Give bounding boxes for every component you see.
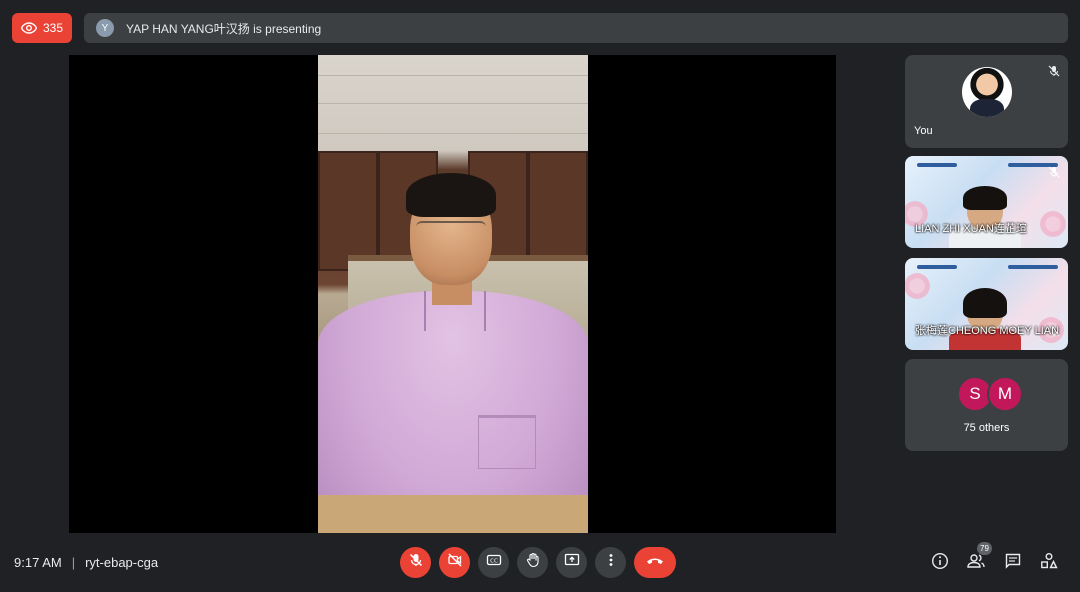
mic-off-icon <box>1048 64 1060 82</box>
eye-icon <box>20 22 37 34</box>
people-count-badge: 79 <box>977 542 992 555</box>
presenter-video <box>318 55 588 533</box>
info-icon <box>931 552 949 575</box>
participant-name: 张梅莲CHEONG MOEY LIAN <box>915 325 1060 337</box>
camera-toggle-button[interactable] <box>439 547 470 578</box>
mic-toggle-button[interactable] <box>400 547 431 578</box>
viewer-count-badge[interactable]: 335 <box>12 13 72 43</box>
others-count: 75 others <box>963 422 1010 434</box>
hang-up-icon <box>645 554 665 572</box>
meeting-info: 9:17 AM | ryt-ebap-cga <box>14 555 158 570</box>
activities-icon <box>1040 552 1058 575</box>
participant-tile-lian[interactable]: LIAN ZHI XUAN连芷瑄 <box>905 156 1068 248</box>
avatar <box>962 67 1012 117</box>
participant-tile-cheong[interactable]: 张梅莲CHEONG MOEY LIAN <box>905 258 1068 350</box>
meeting-details-button[interactable] <box>930 552 950 575</box>
present-screen-icon <box>564 552 580 573</box>
svg-text:CC: CC <box>490 558 498 564</box>
main-stage <box>69 55 836 533</box>
viewer-count: 335 <box>42 21 64 35</box>
captions-button[interactable]: CC <box>478 547 509 578</box>
mic-off-icon <box>408 552 424 573</box>
presenting-text: YAP HAN YANG叶汉扬 is presenting <box>126 21 322 36</box>
presenting-banner: Y YAP HAN YANG叶汉扬 is presenting <box>84 13 1068 43</box>
chat-icon <box>1004 552 1022 575</box>
camera-off-icon <box>447 552 463 573</box>
raise-hand-icon <box>525 552 541 573</box>
presenter-avatar: Y <box>96 19 114 37</box>
participant-tile-you[interactable]: You <box>905 55 1068 148</box>
participant-name: You <box>914 125 933 137</box>
more-options-icon <box>603 552 619 573</box>
chat-button[interactable] <box>1003 553 1023 573</box>
activities-button[interactable] <box>1039 552 1059 575</box>
meeting-code: ryt-ebap-cga <box>85 555 159 570</box>
present-screen-button[interactable] <box>556 547 587 578</box>
clock-time: 9:17 AM <box>14 555 62 570</box>
separator: | <box>71 555 76 570</box>
closed-captions-icon: CC <box>486 552 502 573</box>
others-tile[interactable]: S M 75 others <box>905 359 1068 451</box>
more-options-button[interactable] <box>595 547 626 578</box>
hang-up-button[interactable] <box>634 547 676 578</box>
participant-name: LIAN ZHI XUAN连芷瑄 <box>915 223 1027 235</box>
mic-off-icon <box>1048 165 1060 183</box>
avatar: M <box>987 376 1023 412</box>
raise-hand-button[interactable] <box>517 547 548 578</box>
people-button[interactable] <box>966 553 986 573</box>
